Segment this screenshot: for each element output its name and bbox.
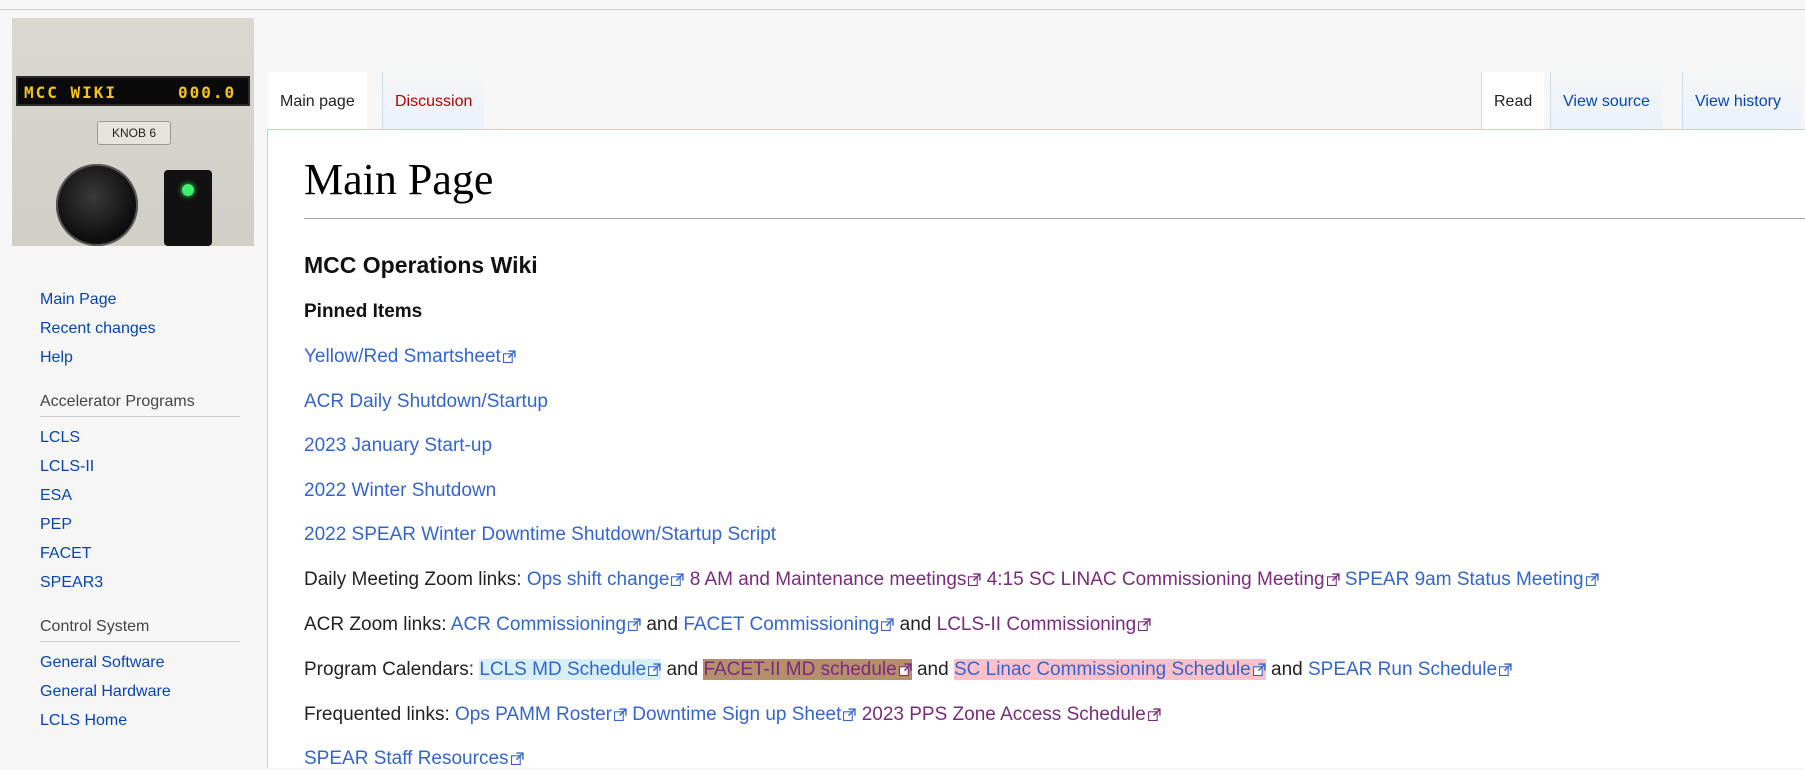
external-link-icon <box>881 618 894 631</box>
sidebar-item-general-hardware[interactable]: General Hardware <box>40 677 255 706</box>
frequented-links-label: Frequented links: <box>304 704 450 725</box>
sidebar-item-spear3[interactable]: SPEAR3 <box>40 568 255 597</box>
sidebar-item-lcls[interactable]: LCLS <box>40 423 255 452</box>
link-downtime-signup[interactable]: Downtime Sign up Sheet <box>632 704 841 725</box>
sidebar-item-lcls-ii[interactable]: LCLS-II <box>40 452 255 481</box>
pinned-item: 2022 SPEAR Winter Downtime Shutdown/Star… <box>304 524 776 546</box>
external-link-icon <box>628 618 641 631</box>
external-link-icon <box>671 573 684 586</box>
link-415-sc-linac[interactable]: 4:15 SC LINAC Commissioning Meeting <box>987 569 1325 590</box>
external-link-icon <box>843 708 856 721</box>
sidebar-item-lcls-home[interactable]: LCLS Home <box>40 706 255 735</box>
wiki-logo[interactable]: MCC WIKI 000.0 KNOB 6 <box>12 18 254 246</box>
external-link-icon <box>1148 708 1161 721</box>
tab-view-history[interactable]: View history <box>1682 72 1801 130</box>
external-link-icon <box>1499 663 1512 676</box>
acr-zoom-label: ACR Zoom links: <box>304 614 447 635</box>
link-acr-daily-shutdown[interactable]: ACR Daily Shutdown/Startup <box>304 391 548 412</box>
frequented-links-line: Frequented links: Ops PAMM Roster Downti… <box>304 704 1161 726</box>
link-lcls-ii-commissioning[interactable]: LCLS-II Commissioning <box>937 614 1137 635</box>
conjunction: and <box>1271 659 1303 680</box>
link-facet-ii-md-schedule[interactable]: FACET-II MD schedule <box>703 659 896 680</box>
link-2023-pps-zone-access[interactable]: 2023 PPS Zone Access Schedule <box>862 704 1146 725</box>
external-link-icon <box>1253 663 1266 676</box>
daily-meeting-line: Daily Meeting Zoom links: Ops shift chan… <box>304 569 1599 591</box>
external-link-icon <box>899 663 912 676</box>
lcd-display: MCC WIKI 000.0 <box>16 76 250 106</box>
sidebar-item-pep[interactable]: PEP <box>40 510 255 539</box>
title-divider <box>304 218 1805 219</box>
external-link-icon <box>1138 618 1151 631</box>
external-link-icon <box>1586 573 1599 586</box>
link-sc-linac-commissioning-schedule[interactable]: SC Linac Commissioning Schedule <box>954 659 1251 680</box>
conjunction: and <box>899 614 932 635</box>
pinned-item: 2022 Winter Shutdown <box>304 480 496 502</box>
lcd-left-text: MCC WIKI <box>24 83 118 102</box>
link-ops-pamm-roster[interactable]: Ops PAMM Roster <box>455 704 612 725</box>
link-acr-commissioning[interactable]: ACR Commissioning <box>451 614 626 635</box>
sidebar-item-help[interactable]: Help <box>40 343 255 372</box>
link-2022-spear-winter-downtime[interactable]: 2022 SPEAR Winter Downtime Shutdown/Star… <box>304 524 776 545</box>
sidebar: Main Page Recent changes Help Accelerato… <box>0 285 255 735</box>
link-spear-staff-resources[interactable]: SPEAR Staff Resources <box>304 748 509 769</box>
link-yellow-red-smartsheet[interactable]: Yellow/Red Smartsheet <box>304 346 501 367</box>
knob-label: KNOB 6 <box>97 121 171 145</box>
acr-zoom-line: ACR Zoom links: ACR Commissioning and FA… <box>304 614 1151 636</box>
program-calendars-label: Program Calendars: <box>304 659 475 680</box>
tab-view-source[interactable]: View source <box>1550 72 1662 130</box>
led-icon <box>182 184 194 196</box>
external-link-icon <box>1327 573 1340 586</box>
external-link-icon <box>511 752 524 765</box>
external-link-icon <box>968 573 981 586</box>
sidebar-heading-control-system: Control System <box>40 613 240 642</box>
lcd-right-text: 000.0 <box>178 83 237 102</box>
top-border <box>0 9 1805 10</box>
spear-staff-line: SPEAR Staff Resources <box>304 748 524 770</box>
pinned-heading: Pinned Items <box>304 301 423 322</box>
sidebar-item-general-software[interactable]: General Software <box>40 648 255 677</box>
page-title: Main Page <box>304 155 494 204</box>
pinned-item: ACR Daily Shutdown/Startup <box>304 391 548 413</box>
external-link-icon <box>503 350 516 363</box>
link-2022-winter-shutdown[interactable]: 2022 Winter Shutdown <box>304 480 496 501</box>
conjunction: and <box>666 659 699 680</box>
program-calendars-line: Program Calendars: LCLS MD Schedule and … <box>304 659 1512 681</box>
link-facet-commissioning[interactable]: FACET Commissioning <box>683 614 879 635</box>
link-2023-january-startup[interactable]: 2023 January Start-up <box>304 435 492 456</box>
page-subtitle: MCC Operations Wiki <box>304 252 538 278</box>
conjunction: and <box>916 659 949 680</box>
sidebar-control-system: General Software General Hardware LCLS H… <box>40 648 255 735</box>
sidebar-item-main-page[interactable]: Main Page <box>40 285 255 314</box>
switch-icon <box>164 170 212 246</box>
sidebar-item-recent-changes[interactable]: Recent changes <box>40 314 255 343</box>
tab-read[interactable]: Read <box>1481 72 1545 130</box>
conjunction: and <box>646 614 679 635</box>
sidebar-navigation: Main Page Recent changes Help <box>40 285 255 372</box>
link-8am-maintenance[interactable]: 8 AM and Maintenance meetings <box>690 569 967 590</box>
sidebar-heading-accelerator-programs: Accelerator Programs <box>40 388 240 417</box>
external-link-icon <box>648 663 661 676</box>
external-link-icon <box>614 708 627 721</box>
link-ops-shift-change[interactable]: Ops shift change <box>527 569 670 590</box>
link-lcls-md-schedule[interactable]: LCLS MD Schedule <box>479 659 646 680</box>
pinned-item: Yellow/Red Smartsheet <box>304 346 516 368</box>
link-spear-run-schedule[interactable]: SPEAR Run Schedule <box>1308 659 1497 680</box>
daily-meeting-label: Daily Meeting Zoom links: <box>304 569 522 590</box>
sidebar-accelerator-programs: LCLS LCLS-II ESA PEP FACET SPEAR3 <box>40 423 255 597</box>
pinned-item: 2023 January Start-up <box>304 435 492 457</box>
sidebar-item-esa[interactable]: ESA <box>40 481 255 510</box>
sidebar-item-facet[interactable]: FACET <box>40 539 255 568</box>
link-spear-9am-status[interactable]: SPEAR 9am Status Meeting <box>1345 569 1584 590</box>
knob-icon <box>56 164 138 246</box>
content-area: Main Page MCC Operations Wiki Pinned Ite… <box>267 129 1805 770</box>
tab-discussion[interactable]: Discussion <box>382 72 485 130</box>
tab-main-page[interactable]: Main page <box>268 72 367 130</box>
